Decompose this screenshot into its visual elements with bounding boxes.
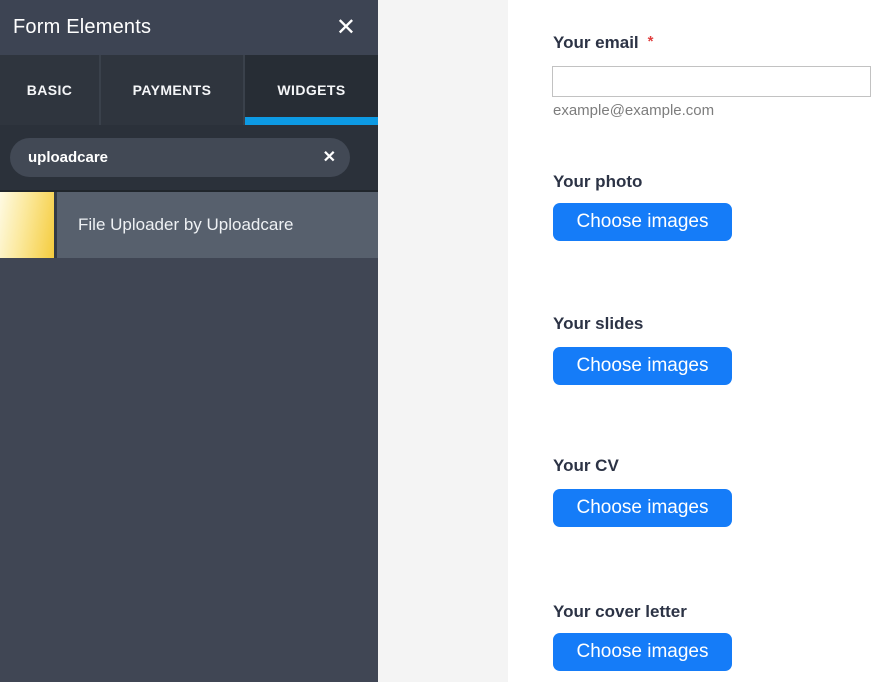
form-preview: Your email * example@example.com Your pho… — [508, 0, 880, 682]
close-icon[interactable]: ✕ — [330, 12, 362, 44]
panel-header: Form Elements ✕ — [0, 0, 378, 55]
slides-label: Your slides — [553, 314, 643, 333]
photo-field-group: Your photo — [553, 172, 642, 192]
form-builder-screen: Form Elements ✕ BASIC PAYMENTS WIDGETS ✕… — [0, 0, 880, 682]
cv-field-group: Your CV — [553, 456, 619, 476]
photo-label: Your photo — [553, 172, 642, 191]
tab-widgets[interactable]: WIDGETS — [243, 55, 378, 125]
tab-basic-label: BASIC — [27, 82, 73, 98]
widget-search-section: ✕ — [0, 125, 378, 192]
tab-widgets-label: WIDGETS — [277, 82, 345, 98]
choose-images-button-slides[interactable]: Choose images — [553, 347, 732, 385]
photo-button-wrap: Choose images — [553, 203, 732, 241]
email-sublabel: example@example.com — [553, 102, 714, 119]
panel-title: Form Elements — [13, 16, 151, 39]
element-tabs: BASIC PAYMENTS WIDGETS — [0, 55, 378, 125]
widget-result-file-uploader[interactable]: File Uploader by Uploadcare — [0, 192, 378, 258]
uploadcare-widget-icon — [0, 192, 57, 258]
cv-label: Your CV — [553, 456, 619, 475]
search-pill: ✕ — [10, 138, 350, 177]
widget-result-label: File Uploader by Uploadcare — [57, 192, 293, 258]
form-elements-panel: Form Elements ✕ BASIC PAYMENTS WIDGETS ✕… — [0, 0, 378, 682]
form-canvas-gutter — [378, 0, 508, 682]
required-asterisk: * — [648, 33, 654, 50]
email-label: Your email — [553, 33, 639, 52]
widget-search-input[interactable] — [10, 149, 350, 166]
tab-payments[interactable]: PAYMENTS — [99, 55, 243, 125]
choose-images-button-cv[interactable]: Choose images — [553, 489, 732, 527]
cv-button-wrap: Choose images — [553, 489, 732, 527]
email-field-group: Your email * — [553, 33, 654, 53]
cover-letter-label: Your cover letter — [553, 602, 687, 621]
slides-button-wrap: Choose images — [553, 347, 732, 385]
panel-empty-area — [0, 258, 378, 682]
choose-images-button-cover-letter[interactable]: Choose images — [553, 633, 732, 671]
email-input[interactable] — [552, 66, 871, 97]
tab-basic[interactable]: BASIC — [0, 55, 99, 125]
slides-field-group: Your slides — [553, 314, 643, 334]
cover-letter-field-group: Your cover letter — [553, 602, 687, 622]
tab-payments-label: PAYMENTS — [133, 82, 212, 98]
cover-letter-button-wrap: Choose images — [553, 633, 732, 671]
choose-images-button-photo[interactable]: Choose images — [553, 203, 732, 241]
clear-search-icon[interactable]: ✕ — [323, 150, 336, 166]
